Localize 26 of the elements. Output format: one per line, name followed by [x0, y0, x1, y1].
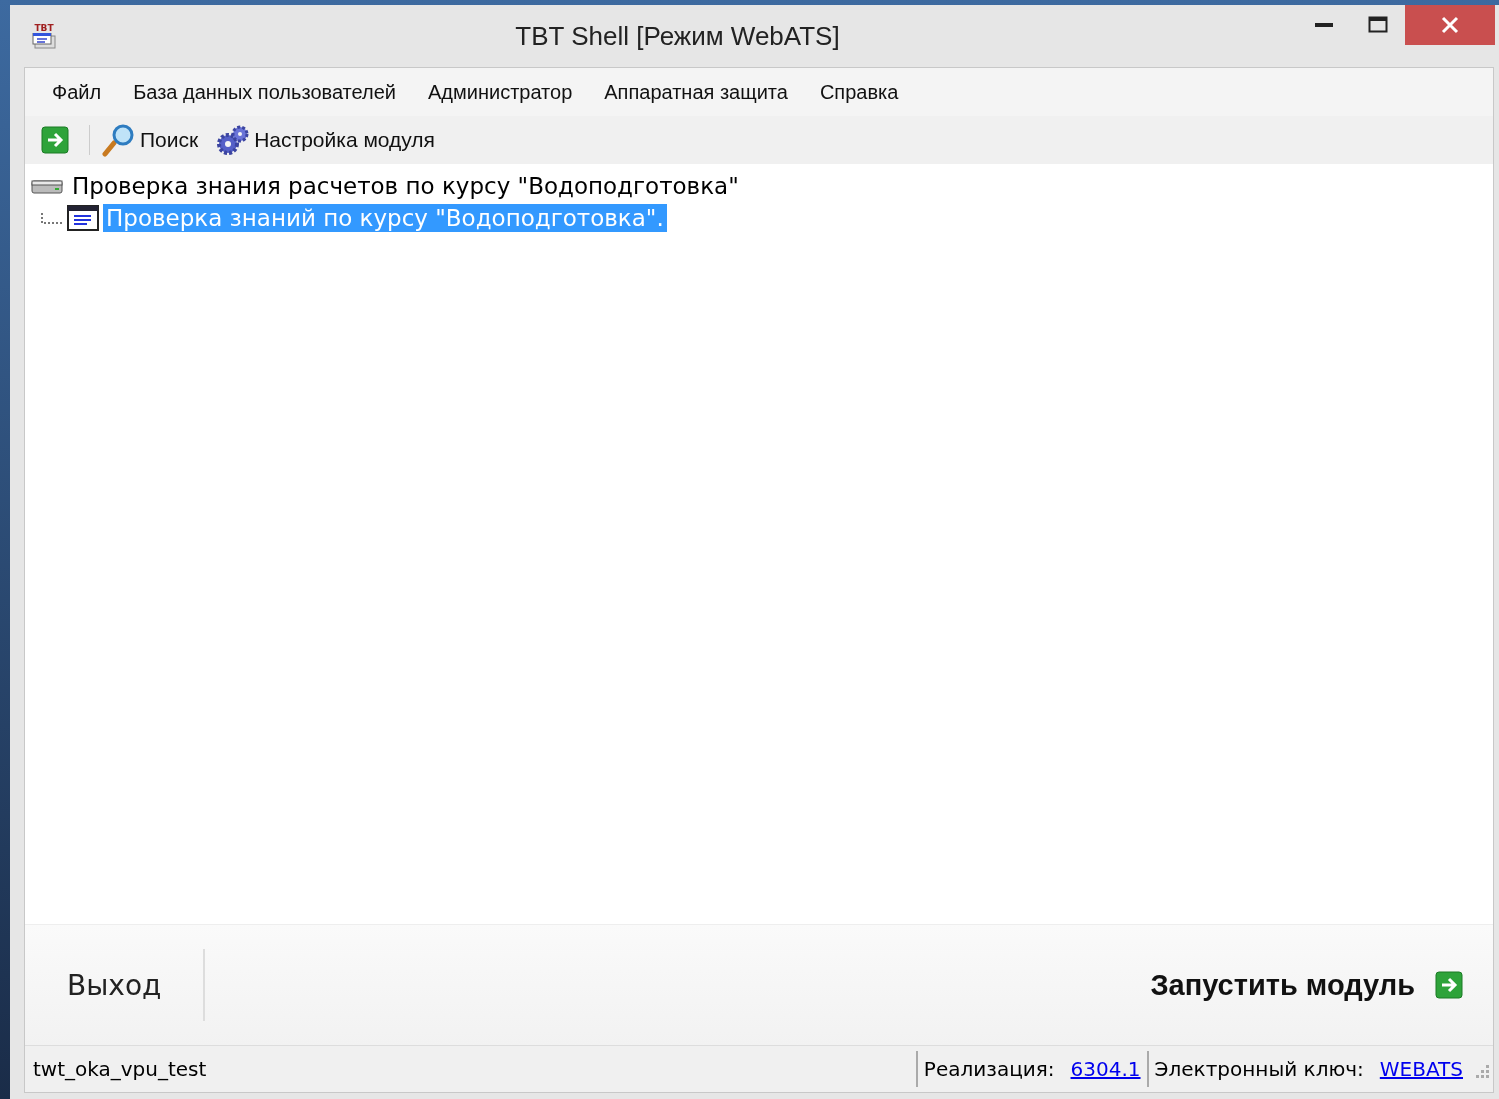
- search-icon: [102, 123, 136, 157]
- close-icon: [1441, 16, 1459, 34]
- menu-item[interactable]: Аппаратная защита: [595, 76, 797, 108]
- release-label: Реализация:: [923, 1057, 1055, 1081]
- gears-icon: [216, 125, 251, 155]
- user-name: twt_oka_vpu_test: [32, 1057, 207, 1081]
- window-title: TBT Shell [Режим WebATS]: [514, 20, 841, 52]
- key-label: Электронный ключ:: [1154, 1057, 1364, 1081]
- tree-line: [41, 212, 63, 224]
- search-button[interactable]: Поиск: [100, 121, 209, 159]
- release-link[interactable]: 6304.1: [1070, 1057, 1141, 1081]
- menu-item[interactable]: Администратор: [419, 76, 582, 108]
- exit-button[interactable]: Выход: [25, 960, 204, 1010]
- document-icon: [67, 205, 99, 231]
- tree-node[interactable]: Проверка знания расчетов по курсу "Водоподготовка": [31, 170, 1487, 202]
- drive-icon: [31, 177, 63, 195]
- minimize-icon: [1315, 22, 1333, 28]
- key-link[interactable]: WEBATS: [1379, 1057, 1463, 1081]
- menu-item[interactable]: Справка: [810, 76, 908, 108]
- close-button[interactable]: [1405, 5, 1495, 45]
- maximize-icon: [1368, 16, 1388, 34]
- tree-label[interactable]: Проверка знания расчетов по курсу "Водоподготовка": [69, 172, 742, 200]
- module-settings-button[interactable]: Настройка модуля: [214, 123, 445, 157]
- menu-item[interactable]: Файл: [43, 76, 111, 108]
- menu-item[interactable]: База данных пользователей: [124, 76, 405, 108]
- run-module-button[interactable]: Запустить модуль: [1144, 967, 1469, 1003]
